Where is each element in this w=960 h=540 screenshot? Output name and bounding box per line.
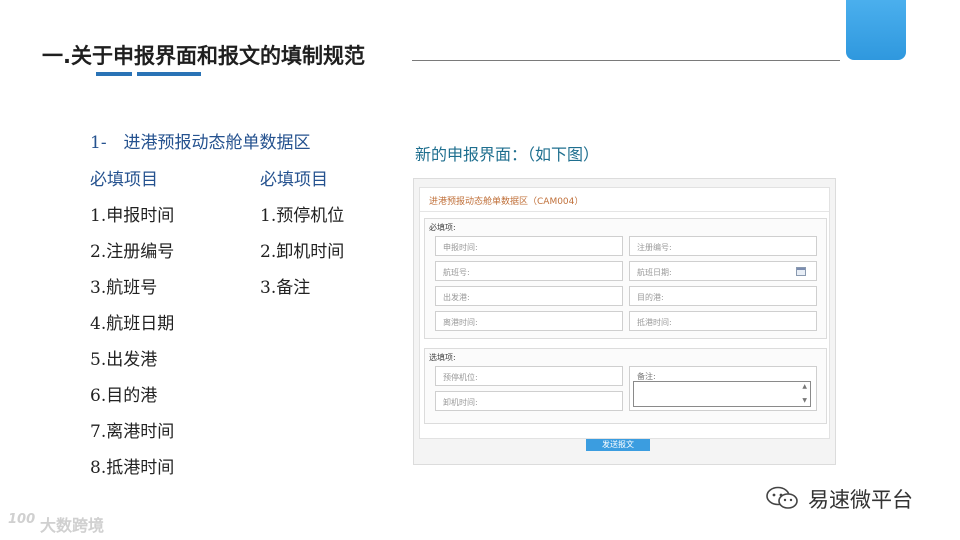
section-heading: 1- 进港预报动态舱单数据区 xyxy=(90,133,311,153)
remark-textarea[interactable]: ▲ ▼ xyxy=(633,381,811,407)
spinner-down-icon[interactable]: ▼ xyxy=(802,398,807,404)
title-accent-bar xyxy=(96,72,132,76)
list-item: 5.出发港 xyxy=(90,350,158,370)
field-placeholder: 申报时间: xyxy=(443,243,478,252)
send-message-button[interactable]: 发送报文 xyxy=(586,439,650,451)
list-item: 1.申报时间 xyxy=(90,206,175,226)
watermark-logo: 100 xyxy=(8,512,36,527)
list-item: 2.卸机时间 xyxy=(260,242,345,262)
flight-no-field[interactable]: 航班号: xyxy=(435,261,623,281)
remark-container: 备注: ▲ ▼ xyxy=(629,366,817,411)
required-legend: 必填项: xyxy=(429,223,456,232)
field-placeholder: 卸机时间: xyxy=(443,398,478,407)
slide-title: 一.关于申报界面和报文的填制规范 xyxy=(42,44,365,68)
field-placeholder: 航班号: xyxy=(443,268,470,277)
required-group: 必填项: 申报时间: 注册编号: 航班号: 航班日期: 出发港: 目的港: 离港 xyxy=(424,218,827,339)
field-placeholder: 离港时间: xyxy=(443,318,478,327)
unload-time-field[interactable]: 卸机时间: xyxy=(435,391,623,411)
optional-legend: 选填项: xyxy=(429,353,456,362)
wechat-icon xyxy=(766,486,798,509)
title-underline xyxy=(412,60,840,61)
field-placeholder: 抵港时间: xyxy=(637,318,672,327)
parking-stand-field[interactable]: 预停机位: xyxy=(435,366,623,386)
field-placeholder: 航班日期: xyxy=(637,268,672,277)
list-item: 2.注册编号 xyxy=(90,242,175,262)
corner-accent-tab xyxy=(846,0,906,60)
list-item: 3.航班号 xyxy=(90,278,158,298)
field-placeholder: 预停机位: xyxy=(443,373,478,382)
declare-time-field[interactable]: 申报时间: xyxy=(435,236,623,256)
required-items-heading-2: 必填项目 xyxy=(260,170,328,190)
list-item: 4.航班日期 xyxy=(90,314,175,334)
declaration-form-screenshot: 进港预报动态舱单数据区（CAM004） 必填项: 申报时间: 注册编号: 航班号… xyxy=(413,178,836,465)
departure-time-field[interactable]: 离港时间: xyxy=(435,311,623,331)
calendar-icon[interactable] xyxy=(796,267,806,276)
flight-date-field[interactable]: 航班日期: xyxy=(629,261,817,281)
origin-field[interactable]: 出发港: xyxy=(435,286,623,306)
field-placeholder: 注册编号: xyxy=(637,243,672,252)
field-placeholder: 目的港: xyxy=(637,293,664,302)
arrival-time-field[interactable]: 抵港时间: xyxy=(629,311,817,331)
optional-group: 选填项: 预停机位: 卸机时间: 备注: ▲ ▼ xyxy=(424,348,827,424)
spinner-up-icon[interactable]: ▲ xyxy=(802,384,807,390)
watermark-text: 大数跨境 xyxy=(40,516,105,535)
form-title: 进港预报动态舱单数据区（CAM004） xyxy=(429,197,584,207)
form-header: 进港预报动态舱单数据区（CAM004） xyxy=(420,188,829,212)
destination-field[interactable]: 目的港: xyxy=(629,286,817,306)
title-accent-bar xyxy=(137,72,201,76)
list-item: 1.预停机位 xyxy=(260,206,345,226)
list-item: 3.备注 xyxy=(260,278,311,298)
new-ui-caption: 新的申报界面：（如下图） xyxy=(415,145,600,164)
required-items-heading: 必填项目 xyxy=(90,170,158,190)
field-placeholder: 出发港: xyxy=(443,293,470,302)
list-item: 8.抵港时间 xyxy=(90,458,175,478)
list-item: 7.离港时间 xyxy=(90,422,175,442)
list-item: 6.目的港 xyxy=(90,386,158,406)
form-body: 进港预报动态舱单数据区（CAM004） 必填项: 申报时间: 注册编号: 航班号… xyxy=(419,187,830,439)
reg-no-field[interactable]: 注册编号: xyxy=(629,236,817,256)
brand-name: 易速微平台 xyxy=(808,488,913,512)
